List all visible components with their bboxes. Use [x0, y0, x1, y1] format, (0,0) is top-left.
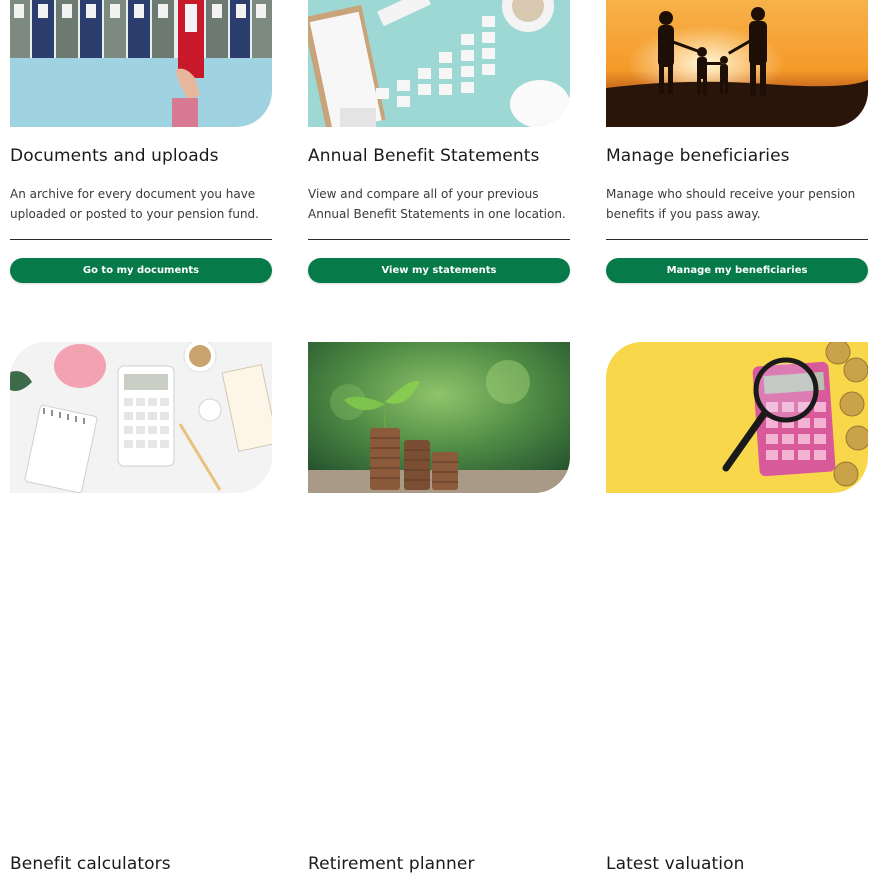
binders-image [10, 0, 272, 127]
divider [308, 239, 570, 240]
calculator-desk-image [10, 342, 272, 493]
manage-beneficiaries-button[interactable]: Manage my beneficiaries [606, 258, 868, 283]
card-title: Manage beneficiaries [606, 146, 790, 166]
card-description: View and compare all of your previous An… [308, 187, 566, 221]
divider [10, 239, 272, 240]
card-title: Retirement planner [308, 854, 475, 874]
go-to-documents-button[interactable]: Go to my documents [10, 258, 272, 283]
family-image [606, 0, 868, 127]
card-title: Annual Benefit Statements [308, 146, 540, 166]
magnifier-calculator-image [606, 342, 868, 493]
coins-plant-image [308, 342, 570, 493]
card-description: Manage who should receive your pension b… [606, 187, 856, 221]
card-title: Documents and uploads [10, 146, 219, 166]
card-description: An archive for every document you have u… [10, 187, 259, 221]
statements-image [308, 0, 570, 127]
card-title: Latest valuation [606, 854, 745, 874]
view-statements-button[interactable]: View my statements [308, 258, 570, 283]
divider [606, 239, 868, 240]
card-title: Benefit calculators [10, 854, 171, 874]
